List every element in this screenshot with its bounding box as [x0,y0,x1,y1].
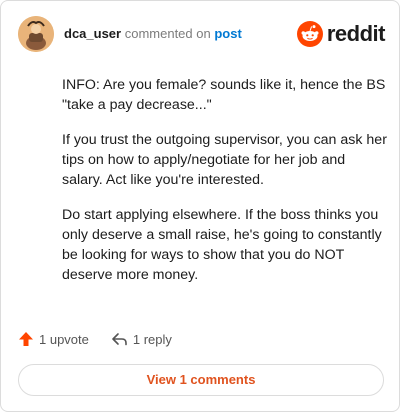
reddit-brand[interactable]: reddit [296,18,386,50]
user-avatar[interactable] [18,16,54,52]
avatar-image-icon [18,16,54,52]
username-link[interactable]: dca_user [64,26,121,41]
view-comments-button[interactable]: View 1 comments [18,364,384,396]
post-link[interactable]: post [214,26,241,41]
comment-body: INFO: Are you female? sounds like it, he… [62,75,388,300]
reddit-logo-icon [296,21,323,47]
upvote-count: 1 upvote [39,331,89,347]
reddit-wordmark: reddit [326,21,386,46]
upvote-arrow-icon [19,332,33,346]
action-text: commented on [124,26,211,41]
comment-card: dca_user commented on post reddit INFO: … [0,0,400,412]
reply-arrow-icon [112,333,127,346]
comment-paragraph: Do start applying elsewhere. If the boss… [62,207,382,283]
reply-button[interactable]: 1 reply [111,331,172,347]
upvote-button[interactable]: 1 upvote [18,331,89,347]
comment-header: dca_user commented on post reddit [18,16,386,52]
comment-actions: 1 upvote 1 reply [18,329,194,349]
comment-meta: dca_user commented on post [64,26,242,42]
reply-count: 1 reply [132,331,172,347]
comment-paragraph: If you trust the outgoing supervisor, yo… [62,132,387,188]
comment-paragraph: INFO: Are you female? sounds like it, he… [62,77,386,113]
